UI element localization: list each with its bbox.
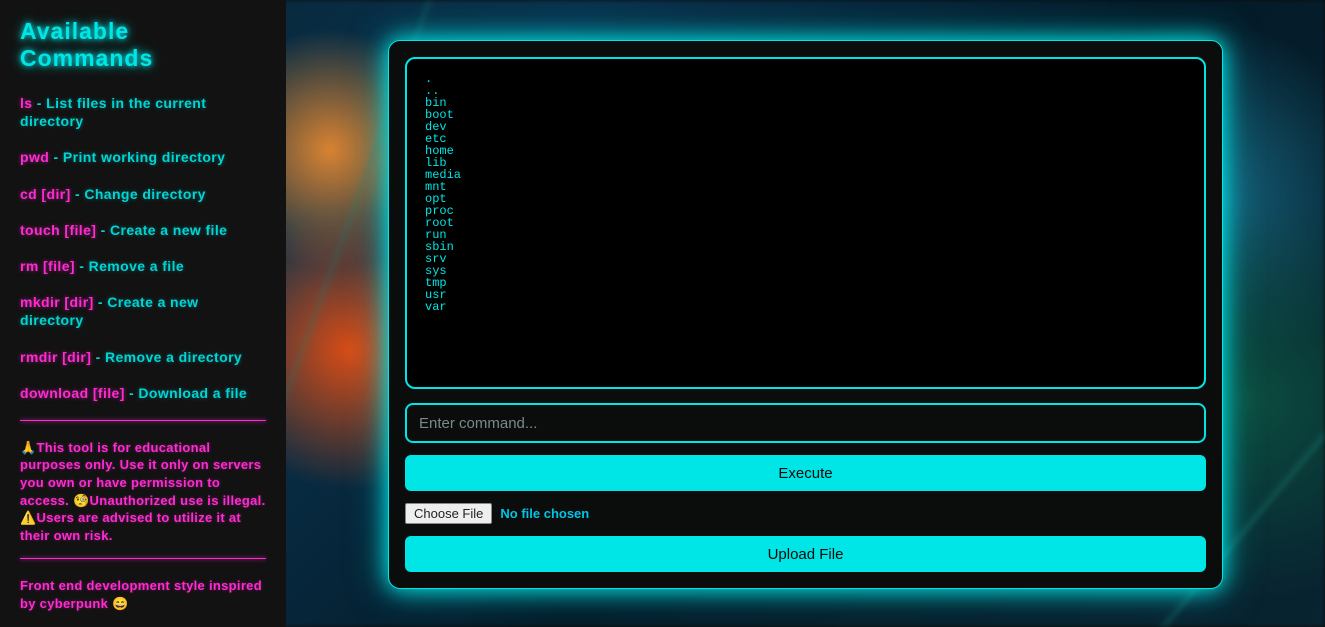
command-input[interactable]	[405, 403, 1206, 443]
command-desc: Print working directory	[63, 149, 225, 165]
divider	[20, 420, 266, 421]
command-item: pwd - Print working directory	[20, 148, 266, 166]
monocle-icon: 🧐	[73, 493, 90, 508]
command-name: mkdir [dir]	[20, 294, 94, 310]
smile-icon: 😄	[112, 596, 129, 611]
divider	[20, 558, 266, 559]
command-desc: Create a new file	[110, 222, 227, 238]
choose-file-button[interactable]: Choose File	[405, 503, 492, 524]
command-item: download [file] - Download a file	[20, 384, 266, 402]
command-item: mkdir [dir] - Create a new directory	[20, 293, 266, 329]
command-desc: List files in the current directory	[20, 95, 206, 129]
command-name: rm [file]	[20, 258, 75, 274]
command-item: rm [file] - Remove a file	[20, 257, 266, 275]
pray-icon: 🙏	[20, 440, 37, 455]
commands-sidebar: Available Commands ls - List files in th…	[0, 0, 286, 627]
command-list: ls - List files in the current directory…	[20, 94, 266, 402]
command-item: rmdir [dir] - Remove a directory	[20, 348, 266, 366]
command-name: ls	[20, 95, 32, 111]
credit-text: Front end development style inspired by …	[20, 577, 266, 612]
command-desc: Remove a file	[89, 258, 184, 274]
terminal-output[interactable]: . .. bin boot dev etc home lib media mnt…	[405, 57, 1206, 389]
command-name: pwd	[20, 149, 49, 165]
command-name: touch [file]	[20, 222, 96, 238]
command-name: download [file]	[20, 385, 125, 401]
command-name: cd [dir]	[20, 186, 71, 202]
upload-file-button[interactable]: Upload File	[405, 536, 1206, 572]
command-desc: Download a file	[138, 385, 247, 401]
command-item: touch [file] - Create a new file	[20, 221, 266, 239]
command-desc: Remove a directory	[105, 349, 242, 365]
command-name: rmdir [dir]	[20, 349, 91, 365]
command-item: cd [dir] - Change directory	[20, 185, 266, 203]
file-status-text: No file chosen	[500, 506, 589, 521]
command-item: ls - List files in the current directory	[20, 94, 266, 130]
main-area: . .. bin boot dev etc home lib media mnt…	[286, 0, 1325, 627]
warning-icon: ⚠️	[20, 510, 37, 525]
execute-button[interactable]: Execute	[405, 455, 1206, 491]
terminal-panel: . .. bin boot dev etc home lib media mnt…	[388, 40, 1223, 589]
sidebar-title: Available Commands	[20, 18, 266, 72]
command-desc: Change directory	[84, 186, 206, 202]
disclaimer-text: 🙏This tool is for educational purposes o…	[20, 439, 266, 544]
file-upload-row: Choose File No file chosen	[405, 503, 1206, 524]
